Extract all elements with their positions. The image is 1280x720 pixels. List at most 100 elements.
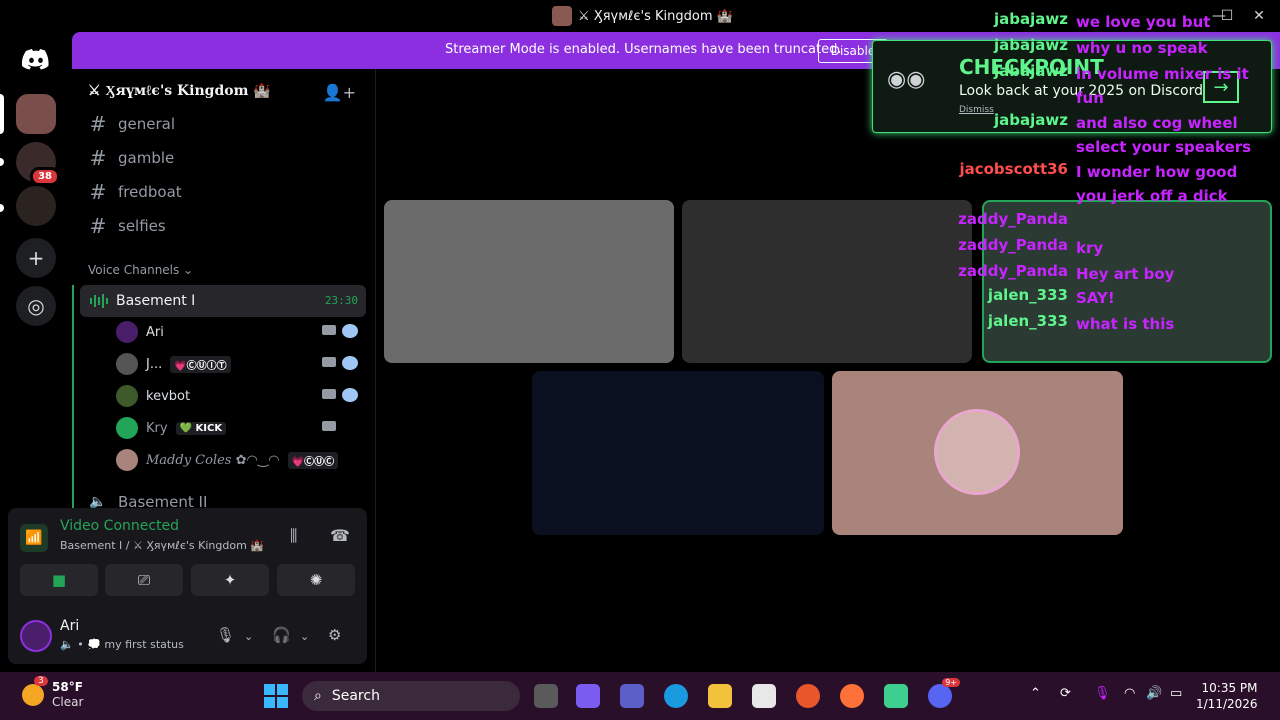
voice-user-name: Ari — [146, 324, 164, 340]
status-bubble-icon — [342, 324, 358, 338]
close-icon[interactable]: ✕ — [1246, 6, 1272, 26]
settings-gear-icon[interactable]: ⚙ — [328, 626, 341, 644]
video-tile-4[interactable] — [532, 371, 824, 535]
task-view-icon[interactable] — [534, 684, 558, 708]
headphones-icon[interactable]: 🎧 — [272, 626, 291, 644]
camera-button[interactable]: ■ — [20, 564, 98, 596]
guild-kingdom[interactable] — [16, 94, 56, 134]
teams-icon[interactable] — [620, 684, 644, 708]
channel-selfies[interactable]: # selfies — [88, 211, 166, 241]
taskbar-search[interactable]: ⌕ Search — [302, 681, 520, 711]
voice-user-j[interactable]: J... 💗ⒸⓊⒾⓉ — [116, 350, 358, 378]
camera-icon — [322, 325, 336, 335]
video-tile-1[interactable] — [384, 200, 674, 363]
taskbar-clock[interactable]: 10:35 PM 1/11/2026 — [1196, 680, 1258, 712]
connection-signal-icon[interactable]: 📶 — [20, 524, 48, 552]
window-title-text: ⚔ Ӽяүмℓє's Kingdom 🏰 — [578, 8, 733, 24]
microphone-tray-icon[interactable]: 🎙 — [1094, 686, 1111, 701]
voice-category[interactable]: Voice Channels ⌄ — [88, 263, 193, 277]
activities-icon: ✦ — [223, 571, 237, 589]
avatar — [116, 321, 138, 343]
channel-gamble[interactable]: # gamble — [88, 143, 175, 173]
weather-badge: 3 — [34, 676, 48, 686]
add-server-icon[interactable]: + — [16, 238, 56, 278]
search-label: Search — [331, 688, 380, 704]
discord-taskbar-icon[interactable]: 9+ — [928, 678, 960, 708]
app-icon[interactable] — [796, 684, 820, 708]
voice-user-kevbot[interactable]: kevbot — [116, 382, 358, 410]
mention-badge: 38 — [30, 167, 60, 186]
voice-user-maddy[interactable]: 𝑀𝑎𝑑𝑑𝑦 𝐶𝑜𝑙𝑒𝑠 ✿◠‿◠ 💗ⒸⓊⒸ — [116, 446, 339, 474]
video-tile-speaking[interactable] — [982, 200, 1272, 363]
voice-user-name: J... — [146, 356, 163, 372]
weather-desc: Clear — [52, 695, 84, 709]
noise-suppression-icon[interactable]: ⫼ — [290, 526, 297, 546]
maximize-icon[interactable]: ☐ — [1214, 6, 1240, 26]
window-title: ⚔ Ӽяүмℓє's Kingdom 🏰 — [552, 6, 733, 26]
mic-chevron-icon[interactable]: ⌄ — [244, 630, 253, 643]
status-bubble-icon — [342, 356, 358, 370]
video-stage — [376, 69, 1280, 672]
guild-2[interactable]: 38 — [16, 142, 60, 186]
clock-time: 10:35 PM — [1201, 681, 1258, 695]
server-name: ⚔ Ӽяүмℓє's Kingdom 🏰 — [88, 83, 271, 99]
tray-overflow-icon[interactable]: ⌃ — [1030, 686, 1041, 701]
promo-dismiss-link[interactable]: Dismiss — [959, 105, 994, 115]
voice-timer: 23:30 — [324, 294, 358, 307]
voice-channel-basement-1[interactable]: Basement I 23:30 — [80, 285, 366, 317]
sync-icon[interactable]: ⟳ — [1060, 686, 1071, 701]
connection-status[interactable]: Video Connected — [60, 518, 179, 534]
connection-location[interactable]: Basement I / ⚔ Ӽяүмℓє's Kingdom 🏰 — [60, 539, 264, 552]
window-controls-2: ☐ ✕ — [1214, 6, 1272, 26]
screen-share-button[interactable]: ⎚ — [105, 564, 183, 596]
avatar — [116, 417, 138, 439]
user-name[interactable]: Ari — [60, 618, 79, 634]
video-tile-2[interactable] — [682, 200, 972, 363]
copilot-icon[interactable] — [576, 684, 600, 708]
volume-icon[interactable]: 🔊 — [1146, 686, 1162, 701]
windows-start-icon[interactable] — [264, 684, 288, 708]
file-explorer-icon[interactable] — [708, 684, 732, 708]
video-tile-avatar[interactable] — [832, 371, 1123, 535]
server-icon — [552, 6, 572, 26]
channel-general[interactable]: # general — [88, 109, 175, 139]
voice-user-ari[interactable]: Ari — [116, 318, 358, 346]
edge-icon[interactable] — [664, 684, 688, 708]
disconnect-icon[interactable]: ☎ — [330, 526, 350, 545]
unread-pill — [0, 158, 4, 166]
promo-arrow-button[interactable]: → — [1203, 71, 1239, 103]
app-icon-2[interactable] — [884, 684, 908, 708]
voice-user-name: 𝑀𝑎𝑑𝑑𝑦 𝐶𝑜𝑙𝑒𝑠 ✿◠‿◠ — [146, 452, 280, 468]
streamer-mode-message: Streamer Mode is enabled. Usernames have… — [445, 42, 842, 57]
voice-connected-line — [72, 285, 74, 535]
store-icon[interactable] — [752, 684, 776, 708]
discover-icon[interactable]: ◎ — [16, 286, 56, 326]
wifi-icon[interactable]: ◠ — [1124, 686, 1135, 701]
user-status-text: my first status — [104, 638, 184, 651]
camera-icon — [322, 389, 336, 399]
discord-home-button[interactable] — [16, 40, 56, 80]
screen-share-icon: ⎚ — [137, 571, 150, 589]
voice-user-name: kevbot — [146, 388, 191, 404]
activities-button[interactable]: ✦ — [191, 564, 269, 596]
weather-temp: 58°F — [52, 680, 83, 694]
avatar[interactable] — [20, 620, 52, 652]
unread-pill-2 — [0, 204, 4, 212]
battery-icon[interactable]: ▭ — [1170, 686, 1182, 701]
voice-wave-icon — [90, 294, 108, 308]
channel-label: general — [118, 115, 176, 133]
voice-user-kry[interactable]: Kry 💚 KICK — [116, 414, 336, 442]
invite-people-icon[interactable]: 👤+ — [323, 83, 356, 102]
user-panel: Ari 🔈 • 💭 my first status 🎙 ⌄ 🎧 ⌄ ⚙ — [8, 608, 367, 664]
hash-icon: # — [89, 180, 107, 204]
voice-category-label: Voice Channels — [88, 263, 180, 277]
guild-3[interactable] — [16, 186, 56, 226]
user-tag: 💗ⒸⓊⒸ — [287, 451, 339, 469]
firefox-icon[interactable] — [840, 684, 864, 708]
weather-widget[interactable]: 3 58°F Clear — [22, 676, 84, 710]
channel-fredboat[interactable]: # fredboat — [88, 177, 182, 207]
soundboard-button[interactable]: ✺ — [277, 564, 355, 596]
headphones-chevron-icon[interactable]: ⌄ — [300, 630, 309, 643]
microphone-icon[interactable]: 🎙 — [216, 626, 235, 644]
hash-icon: # — [89, 214, 107, 238]
